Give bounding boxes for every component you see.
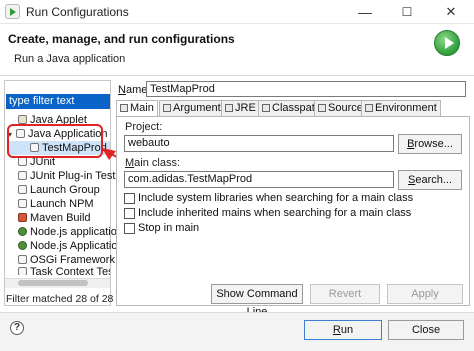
source-tab-icon [318,104,326,112]
apply-button[interactable]: Apply [387,284,463,304]
junit-plugin-icon [18,171,27,180]
tab-source[interactable]: Source [314,100,367,116]
revert-button[interactable]: Revert [310,284,380,304]
tree-item-nodejs-application-lower[interactable]: Node.js application [8,225,123,239]
include-inherited-mains-label: Include inherited mains when searching f… [138,207,412,219]
nodejs-icon [18,241,27,250]
tree-item-launch-npm[interactable]: Launch NPM [8,197,110,211]
classpath-tab-icon [262,104,270,112]
tree-item-launch-group[interactable]: Launch Group [8,183,110,197]
close-button[interactable]: Close [388,320,464,340]
help-icon[interactable]: ? [10,321,24,335]
config-tabs: Main Arguments JRE Classpath Source Envi… [116,100,470,117]
environment-tab-icon [365,104,373,112]
npm-icon [18,199,27,208]
tab-environment[interactable]: Environment [361,100,441,116]
filter-status-text: Filter matched 28 of 28 ite [6,293,128,305]
include-system-libraries-label: Include system libraries when searching … [138,192,414,204]
close-window-button[interactable]: ✕ [436,1,466,23]
run-play-icon [434,30,460,56]
stop-in-main-label: Stop in main [138,222,200,234]
search-button[interactable]: Search... [398,170,462,190]
filter-input[interactable]: type filter text [6,94,110,109]
minimize-button[interactable]: — [350,1,380,23]
include-system-libraries-checkbox[interactable] [124,193,135,204]
osgi-icon [18,255,27,264]
include-inherited-mains-checkbox[interactable] [124,208,135,219]
nodejs-icon [18,227,27,236]
tree-item-nodejs-application[interactable]: Node.js Application [8,239,124,253]
tree-item-junit-plugin-test[interactable]: JUnit Plug-in Test [8,169,115,183]
dialog-heading: Create, manage, and run configurations [8,32,235,46]
window-title: Run Configurations [26,5,129,19]
tab-jre[interactable]: JRE [221,100,260,116]
stop-in-main-checkbox[interactable] [124,223,135,234]
tree-item-osgi-framework[interactable]: OSGi Framework [8,253,115,267]
tree-item-task-context-test[interactable]: Task Context Test [8,267,110,275]
show-command-line-button[interactable]: Show Command Line [211,284,303,318]
applet-icon [18,115,27,124]
annotation-highlight-box [7,124,103,158]
run-button[interactable]: Run [304,320,382,340]
arguments-tab-icon [163,104,171,112]
maven-icon [18,213,27,222]
launch-group-icon [18,185,27,194]
project-label: Project: [125,121,163,133]
task-context-icon [18,267,27,275]
main-class-label: Main class: [125,157,181,169]
main-tab-icon [120,104,128,112]
jre-tab-icon [225,104,233,112]
browse-button[interactable]: Browse... [398,134,462,154]
junit-icon [18,157,27,166]
tab-arguments[interactable]: Arguments [159,100,231,116]
maximize-button[interactable]: ☐ [392,1,422,23]
dialog-subtitle: Run a Java application [14,53,126,65]
horizontal-scrollbar-thumb[interactable] [18,280,88,286]
main-class-input[interactable]: com.adidas.TestMapProd [124,171,394,188]
name-input[interactable]: TestMapProd [146,81,466,97]
project-input[interactable]: webauto [124,135,394,152]
tab-main[interactable]: Main [116,100,158,117]
tree-item-maven-build[interactable]: Maven Build [8,211,110,225]
run-configurations-app-icon [5,4,20,19]
